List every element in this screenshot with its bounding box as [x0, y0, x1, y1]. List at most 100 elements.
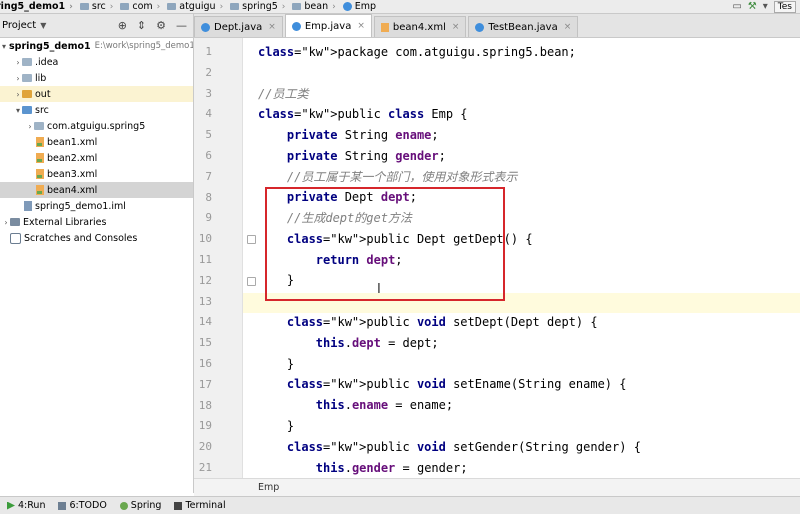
breadcrumb-spring5[interactable]: spring5 ›: [224, 1, 286, 12]
chevron-right-icon[interactable]: ›: [14, 90, 22, 99]
breadcrumb-com[interactable]: com ›: [114, 1, 161, 12]
breadcrumb-atguigu[interactable]: atguigu ›: [161, 1, 224, 12]
chevron-down-icon[interactable]: ▾: [2, 42, 6, 51]
tree-item-out[interactable]: › out: [0, 86, 193, 102]
code-text: private String ename;: [286, 127, 439, 142]
tree-item-label: .idea: [35, 56, 59, 68]
line-number: 10: [198, 232, 212, 246]
breadcrumb-src[interactable]: src ›: [74, 1, 114, 12]
code-line[interactable]: 17 class="kw">public void setEname(Strin…: [194, 374, 800, 395]
fold-marker-icon[interactable]: [247, 276, 256, 286]
tool-label: Run: [27, 500, 46, 511]
window-icon[interactable]: ▭: [732, 1, 741, 12]
code-line[interactable]: 18 this.ename = ename;: [194, 395, 800, 416]
project-view-selector[interactable]: Project ▼: [2, 20, 46, 31]
code-text: class="kw">public void setGender(String …: [286, 439, 641, 454]
tab-testbean-java[interactable]: TestBean.java ×: [468, 16, 579, 37]
code-text: class="kw">public void setEname(String e…: [286, 377, 627, 392]
code-text: //生成dept的get方法: [258, 211, 412, 226]
minimize-icon[interactable]: —: [176, 19, 187, 32]
code-line[interactable]: 6 private String gender;: [194, 145, 800, 166]
code-line[interactable]: 14 class="kw">public void setDept(Dept d…: [194, 311, 800, 332]
code-line[interactable]: 5 private String ename;: [194, 124, 800, 145]
chevron-right-icon[interactable]: ›: [14, 58, 22, 67]
tree-item-idea[interactable]: › .idea: [0, 54, 193, 70]
tab-bean4-xml[interactable]: bean4.xml ×: [373, 16, 467, 37]
tree-item-bean4-xml[interactable]: bean4.xml: [0, 182, 193, 198]
code-line[interactable]: 12 }: [194, 270, 800, 291]
code-line[interactable]: 15 this.dept = dept;: [194, 332, 800, 353]
code-line[interactable]: 9 //生成dept的get方法: [194, 207, 800, 228]
line-number: 21: [198, 461, 212, 474]
build-hammer-icon[interactable]: ⚒: [748, 1, 757, 12]
tree-item-lib[interactable]: › lib: [0, 70, 193, 86]
chevron-right-icon[interactable]: ›: [2, 218, 10, 227]
code-line[interactable]: 16 }: [194, 353, 800, 374]
tree-item-label: bean3.xml: [47, 168, 98, 180]
breadcrumb-bean[interactable]: bean ›: [286, 1, 336, 12]
close-icon[interactable]: ×: [268, 22, 276, 32]
run-tool-button[interactable]: 4: Run: [7, 500, 45, 511]
gear-icon[interactable]: ⚙: [156, 19, 166, 32]
close-icon[interactable]: ×: [452, 22, 460, 32]
tree-item-external-libraries[interactable]: › External Libraries: [0, 214, 193, 230]
tab-emp-java[interactable]: Emp.java ×: [284, 14, 372, 37]
tree-item-bean1-xml[interactable]: bean1.xml: [0, 134, 193, 150]
run-configuration-select[interactable]: Tes: [773, 0, 796, 13]
fold-marker-icon[interactable]: [247, 235, 256, 245]
terminal-tool-button[interactable]: Terminal: [174, 500, 226, 511]
spring-tool-button[interactable]: Spring: [119, 500, 161, 511]
locate-file-icon[interactable]: ⊕: [118, 19, 127, 32]
todo-tool-button[interactable]: 6: TODO: [58, 500, 107, 511]
code-line[interactable]: 3 //员工类: [194, 83, 800, 104]
tree-item-path: E:\work\spring5_demo1: [94, 41, 194, 51]
code-text: private String gender;: [286, 148, 446, 163]
chevron-down-icon: ▼: [40, 21, 47, 30]
tree-item-label: Scratches and Consoles: [24, 232, 138, 244]
code-editor[interactable]: 1 class="kw">package com.atguigu.spring5.…: [194, 38, 800, 478]
code-line[interactable]: 11 return dept;: [194, 249, 800, 270]
code-line[interactable]: 10 class="kw">public Dept getDept() {: [194, 228, 800, 249]
code-line[interactable]: 4 class="kw">public class Emp {: [194, 103, 800, 124]
tree-item-iml[interactable]: spring5_demo1.iml: [0, 198, 193, 214]
java-class-icon: [475, 22, 485, 32]
line-number: 6: [205, 149, 212, 162]
code-line[interactable]: 1 class="kw">package com.atguigu.spring5.…: [194, 41, 800, 62]
editor-tabs: Dept.java × Emp.java × bean4.xml × TestB…: [194, 14, 800, 38]
text-cursor-icon: I: [377, 282, 381, 297]
tree-item-bean2-xml[interactable]: bean2.xml: [0, 150, 193, 166]
line-number: 7: [205, 169, 212, 183]
close-icon[interactable]: ×: [564, 22, 572, 32]
tree-item-scratches[interactable]: Scratches and Consoles: [0, 230, 193, 246]
code-line[interactable]: 7 //员工属于某一个部门，使用对象形式表示: [194, 166, 800, 187]
tree-item-label: lib: [35, 72, 47, 84]
code-line[interactable]: 19 }: [194, 415, 800, 436]
line-number: 13: [198, 294, 212, 308]
tab-label: Emp.java: [304, 20, 352, 32]
code-line[interactable]: 8 private Dept dept;: [194, 187, 800, 208]
chevron-right-icon[interactable]: ›: [14, 74, 22, 83]
tree-item-spring5-demo1[interactable]: ▾ spring5_demo1 E:\work\spring5_demo1: [0, 38, 193, 54]
line-number: 18: [198, 398, 212, 412]
code-line[interactable]: 21 this.gender = gender;: [194, 457, 800, 478]
editor-breadcrumb-label[interactable]: Emp: [258, 482, 279, 493]
line-number: 1: [205, 45, 212, 58]
breadcrumb-emp[interactable]: Emp: [337, 1, 377, 12]
xml-file-icon: [36, 169, 44, 179]
tab-dept-java[interactable]: Dept.java ×: [194, 16, 283, 37]
tool-window-bar: 4: Run 6: TODO Spring Terminal: [0, 496, 800, 514]
line-number: 8: [205, 190, 212, 204]
tree-item-bean3-xml[interactable]: bean3.xml: [0, 166, 193, 182]
dropdown-arrow-icon[interactable]: ▾: [763, 1, 768, 12]
chevron-down-icon[interactable]: ▾: [14, 106, 22, 115]
chevron-right-icon: ›: [109, 1, 114, 12]
code-line[interactable]: 20 class="kw">public void setGender(Stri…: [194, 436, 800, 457]
code-line[interactable]: 2: [194, 62, 800, 83]
code-line[interactable]: 13: [194, 291, 800, 312]
collapse-icon[interactable]: ⇕: [137, 19, 146, 32]
breadcrumb-project[interactable]: ring5_demo1 ›: [0, 1, 74, 12]
close-icon[interactable]: ×: [357, 21, 365, 31]
tree-item-package[interactable]: › com.atguigu.spring5: [0, 118, 193, 134]
chevron-right-icon[interactable]: ›: [26, 122, 34, 131]
tree-item-src[interactable]: ▾ src: [0, 102, 193, 118]
